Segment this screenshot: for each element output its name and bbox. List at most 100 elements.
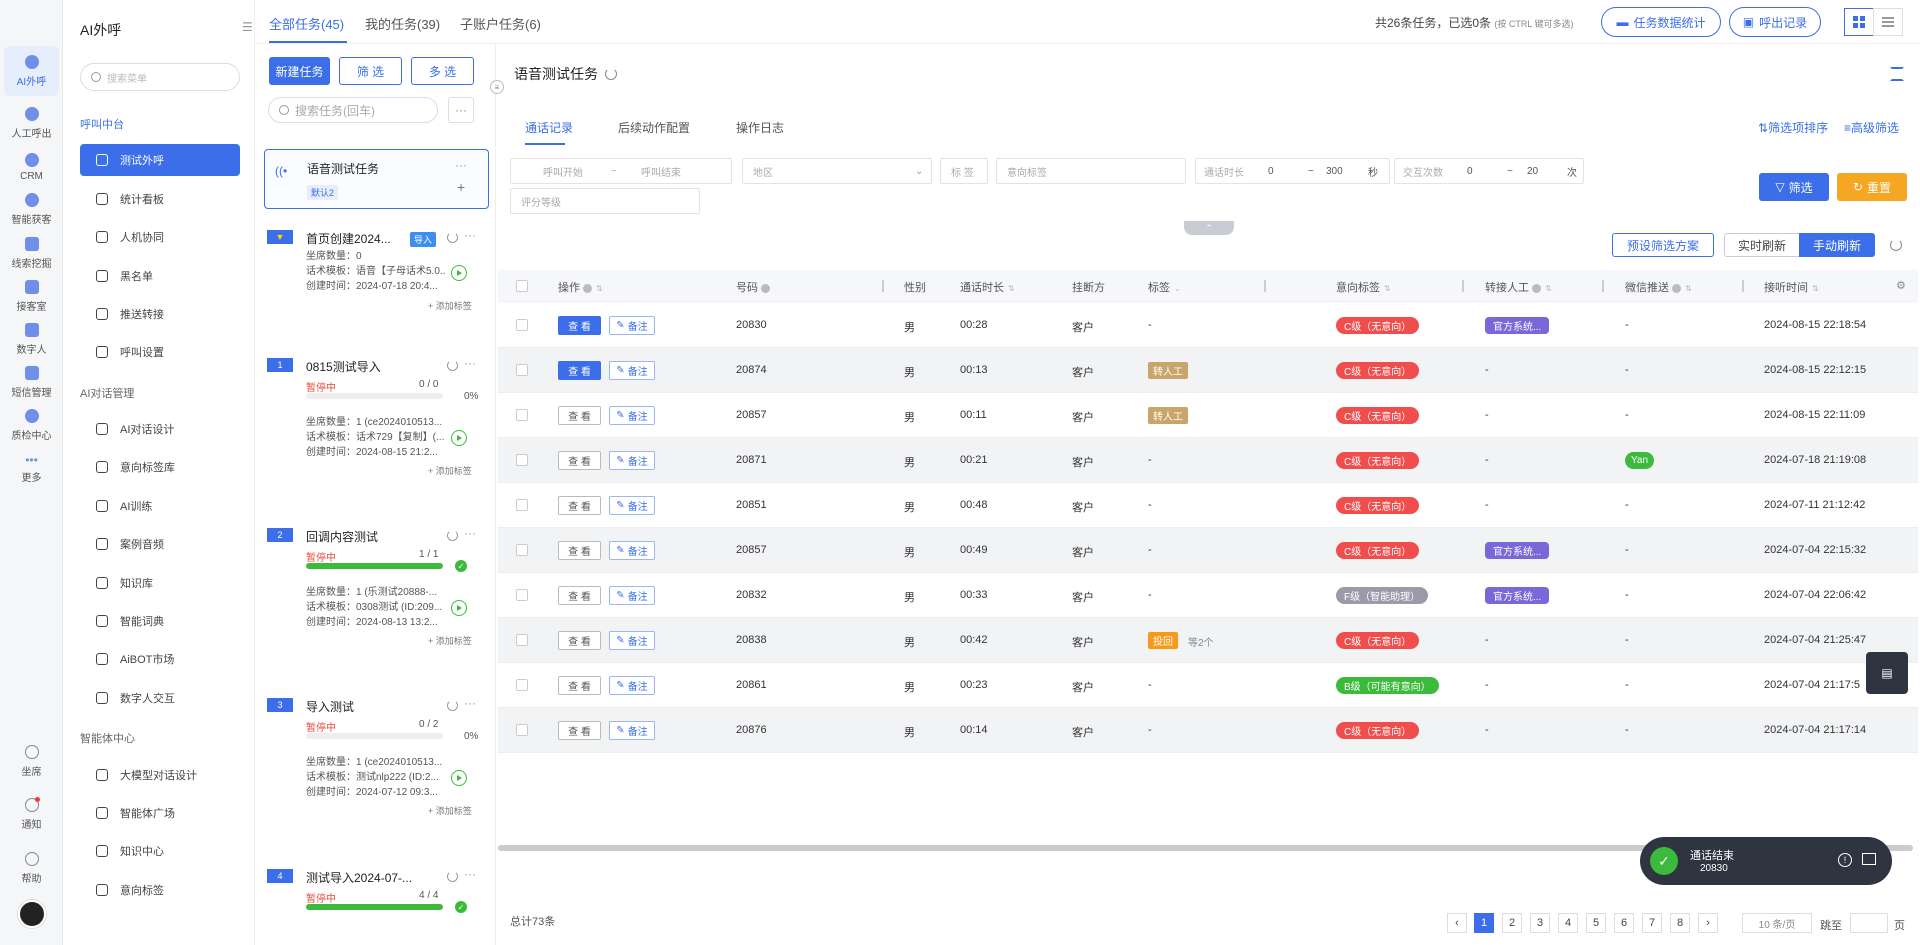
row-checkbox[interactable] bbox=[516, 499, 528, 511]
note-button[interactable]: ✎ 备注 bbox=[609, 361, 655, 380]
tab-call-records[interactable]: 通话记录 bbox=[525, 119, 573, 136]
refresh-icon[interactable] bbox=[447, 360, 458, 371]
menu-item-aibot-market[interactable]: AiBOT市场 bbox=[80, 643, 240, 675]
play-icon[interactable] bbox=[451, 770, 467, 786]
next-page-button[interactable]: › bbox=[1698, 913, 1718, 933]
task-search-input[interactable]: 搜索任务(回车) bbox=[268, 97, 438, 123]
task-more-icon[interactable]: ··· bbox=[464, 696, 476, 710]
table-row[interactable]: 查 看 ✎ 备注 20857 男 00:11 客户 转人工 C级（无意向） - - 2024-08-1… bbox=[498, 393, 1918, 438]
play-icon[interactable] bbox=[451, 265, 467, 281]
menu-item-agent-square[interactable]: 智能体广场 bbox=[80, 797, 240, 829]
grid-view-toggle[interactable] bbox=[1844, 8, 1874, 36]
refresh-icon[interactable] bbox=[447, 232, 458, 243]
task-stats-button[interactable]: ▬ 任务数据统计 bbox=[1601, 7, 1721, 37]
menu-item-dialog-design[interactable]: AI对话设计 bbox=[80, 413, 240, 445]
intent-tag-input[interactable]: 意向标签 bbox=[996, 158, 1186, 184]
task-card-selected[interactable]: ((• 语音测试任务 ··· 默认2 + bbox=[264, 149, 489, 209]
table-row[interactable]: 查 看 ✎ 备注 20876 男 00:14 客户 - C级（无意向） - - 2024-07-04 … bbox=[498, 708, 1918, 753]
tag-extra[interactable]: 等2个 bbox=[1188, 634, 1214, 649]
collapse-filters-icon[interactable]: ⌃ bbox=[1184, 221, 1234, 235]
manual-refresh-button[interactable]: 手动刷新 bbox=[1799, 233, 1875, 257]
menu-item-blacklist[interactable]: 黑名单 bbox=[80, 260, 240, 292]
note-button[interactable]: ✎ 备注 bbox=[609, 721, 655, 740]
view-button[interactable]: 查 看 bbox=[558, 631, 601, 650]
menu-item-llm-design[interactable]: 大模型对话设计 bbox=[80, 759, 240, 791]
rail-item-notice[interactable]: 通知 bbox=[4, 789, 59, 839]
select-all-checkbox[interactable] bbox=[516, 280, 528, 292]
menu-item-call-settings[interactable]: 呼叫设置 bbox=[80, 336, 240, 368]
row-checkbox[interactable] bbox=[516, 589, 528, 601]
page-size-select[interactable]: 10 条/页 bbox=[1742, 913, 1812, 933]
rail-item-more[interactable]: ••• 更多 bbox=[4, 443, 59, 493]
note-button[interactable]: ✎ 备注 bbox=[609, 541, 655, 560]
row-checkbox[interactable] bbox=[516, 319, 528, 331]
new-task-button[interactable]: 新建任务 bbox=[269, 57, 330, 85]
add-tag-button[interactable]: + 添加标签 bbox=[428, 299, 472, 312]
rail-item-manual-call[interactable]: 人工呼出 bbox=[4, 98, 59, 148]
view-button[interactable]: 查 看 bbox=[558, 316, 601, 335]
view-button[interactable]: 查 看 bbox=[558, 451, 601, 470]
task-filter-button[interactable]: 筛 选 bbox=[339, 57, 402, 85]
refresh-icon[interactable] bbox=[447, 871, 458, 882]
task-card[interactable]: 3 导入测试 ··· 暂停中 0 / 2 0% 坐席数量：1 (ce202401… bbox=[264, 696, 489, 848]
page-2[interactable]: 2 bbox=[1502, 913, 1522, 933]
row-checkbox[interactable] bbox=[516, 724, 528, 736]
page-7[interactable]: 7 bbox=[1642, 913, 1662, 933]
page-6[interactable]: 6 bbox=[1614, 913, 1634, 933]
menu-item-cooperation[interactable]: 人机协同 bbox=[80, 221, 240, 253]
add-icon[interactable]: + bbox=[457, 179, 465, 195]
menu-item-knowledge-center[interactable]: 知识中心 bbox=[80, 835, 240, 867]
menu-item-intent-tags[interactable]: 意向标签 bbox=[80, 874, 240, 906]
table-row[interactable]: 查 看 ✎ 备注 20871 男 00:21 客户 - C级（无意向） - Yan 2024-07-1… bbox=[498, 438, 1918, 483]
note-button[interactable]: ✎ 备注 bbox=[609, 586, 655, 605]
menu-item-digital-interaction[interactable]: 数字人交互 bbox=[80, 682, 240, 714]
refresh-icon[interactable] bbox=[447, 530, 458, 541]
task-more-button[interactable]: ··· bbox=[448, 97, 474, 123]
note-button[interactable]: ✎ 备注 bbox=[609, 316, 655, 335]
refresh-icon[interactable] bbox=[447, 700, 458, 711]
page-8[interactable]: 8 bbox=[1670, 913, 1690, 933]
add-tag-button[interactable]: + 添加标签 bbox=[428, 464, 472, 477]
add-tag-button[interactable]: + 添加标签 bbox=[428, 634, 472, 647]
grade-select[interactable]: 评分等级 bbox=[510, 188, 700, 214]
view-button[interactable]: 查 看 bbox=[558, 406, 601, 425]
row-checkbox[interactable] bbox=[516, 364, 528, 376]
table-row[interactable]: 查 看 ✎ 备注 20832 男 00:33 客户 - F级（智能助理） 官方系统... - 2024… bbox=[498, 573, 1918, 618]
view-button[interactable]: 查 看 bbox=[558, 721, 601, 740]
task-card[interactable]: 4 测试导入2024-07-... ··· 暂停中 4 / 4 ✓ bbox=[264, 867, 489, 929]
tab-sub-account-tasks[interactable]: 子账户任务(6) bbox=[460, 14, 541, 33]
rail-item-ai-call[interactable]: AI外呼 bbox=[4, 46, 59, 96]
view-button[interactable]: 查 看 bbox=[558, 541, 601, 560]
play-icon[interactable] bbox=[451, 430, 467, 446]
table-refresh-icon[interactable] bbox=[1890, 239, 1902, 251]
play-icon[interactable] bbox=[451, 600, 467, 616]
avatar[interactable] bbox=[18, 900, 46, 928]
task-more-icon[interactable]: ··· bbox=[464, 526, 476, 540]
rail-item-seat[interactable]: 坐席 bbox=[4, 736, 59, 786]
list-view-toggle[interactable] bbox=[1873, 8, 1903, 36]
row-checkbox[interactable] bbox=[516, 409, 528, 421]
minimize-icon[interactable] bbox=[1862, 853, 1876, 865]
rail-item-help[interactable]: 帮助 bbox=[4, 843, 59, 893]
tab-all-tasks[interactable]: 全部任务(45) bbox=[269, 14, 344, 33]
menu-item-knowledge[interactable]: 知识库 bbox=[80, 567, 240, 599]
column-settings-icon[interactable]: ⚙ bbox=[1896, 279, 1906, 292]
table-row[interactable]: 查 看 ✎ 备注 20874 男 00:13 客户 转人工 C级（无意向） - - 2024-08-1… bbox=[498, 348, 1918, 393]
view-button[interactable]: 查 看 bbox=[558, 361, 601, 380]
menu-item-ai-training[interactable]: AI训练 bbox=[80, 490, 240, 522]
apply-filter-button[interactable]: ▽ 筛选 bbox=[1759, 173, 1829, 201]
task-card[interactable]: ▼ 首页创建2024... 导入 ··· 坐席数量：0 话术模板：语音【子母话术… bbox=[264, 225, 489, 375]
multi-select-button[interactable]: 多 选 bbox=[411, 57, 474, 85]
reset-button[interactable]: ↻ 重置 bbox=[1837, 173, 1907, 201]
tab-operation-log[interactable]: 操作日志 bbox=[736, 119, 784, 136]
task-card[interactable]: 2 回调内容测试 ··· 暂停中 1 / 1 ✓ 坐席数量：1 (乐测试2088… bbox=[264, 526, 489, 678]
filter-sort-link[interactable]: ⇅筛选项排序 bbox=[1758, 119, 1828, 136]
menu-item-intent-lib[interactable]: 意向标签库 bbox=[80, 451, 240, 483]
region-select[interactable]: 地区 ⌄ bbox=[742, 158, 932, 184]
table-row[interactable]: 查 看 ✎ 备注 20838 男 00:42 客户 投回 等2个 C级（无意向） - - 2024-07… bbox=[498, 618, 1918, 663]
view-button[interactable]: 查 看 bbox=[558, 676, 601, 695]
refresh-icon[interactable] bbox=[605, 68, 617, 80]
note-button[interactable]: ✎ 备注 bbox=[609, 451, 655, 470]
task-more-icon[interactable]: ··· bbox=[464, 867, 476, 881]
row-checkbox[interactable] bbox=[516, 634, 528, 646]
